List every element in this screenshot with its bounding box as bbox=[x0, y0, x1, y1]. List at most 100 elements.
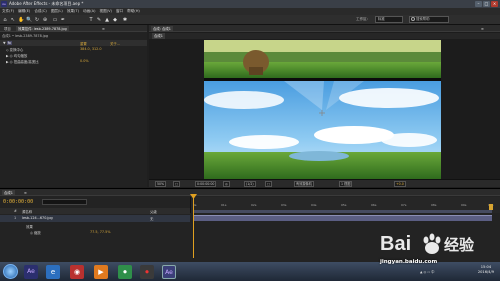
baidu-jingyan-logo: Bai 经验 bbox=[380, 233, 475, 255]
prop-name: ◇ 变换中心 bbox=[6, 48, 24, 52]
menu-effect[interactable]: 效果(T) bbox=[67, 9, 79, 14]
rectangle-tool-icon[interactable]: ▭ bbox=[52, 17, 58, 23]
home-icon[interactable]: ⌂ bbox=[2, 17, 8, 23]
start-button[interactable] bbox=[3, 264, 18, 279]
ruler-tick: 01s bbox=[221, 203, 227, 207]
tab-project[interactable]: 项目 bbox=[2, 26, 13, 32]
menu-edit[interactable]: 编辑(E) bbox=[18, 9, 30, 14]
menu-window[interactable]: 窗口 bbox=[116, 9, 123, 14]
top-strip-sky bbox=[204, 40, 441, 52]
layer-index: 1 bbox=[14, 216, 17, 220]
workspace-select[interactable]: 标准 bbox=[375, 16, 403, 23]
ruler-tick: 04s bbox=[311, 203, 317, 207]
playhead-line[interactable] bbox=[193, 196, 194, 258]
about-link[interactable]: 关于... bbox=[110, 41, 120, 46]
prop-value[interactable]: 384.0, 312.0 bbox=[80, 47, 102, 51]
camera-tool-icon[interactable]: ⊕ bbox=[42, 17, 48, 23]
ruler-tick: 08s bbox=[431, 203, 437, 207]
media-taskbar-icon[interactable]: ◉ bbox=[70, 265, 84, 279]
tab-effect-controls[interactable]: 效果控件: lesb-2389-7878.jpg bbox=[16, 26, 69, 32]
rotate-tool-icon[interactable]: ↻ bbox=[34, 17, 40, 23]
watermark-brand: Bai bbox=[380, 233, 411, 255]
menu-view[interactable]: 视图(V) bbox=[99, 9, 111, 14]
hand-tool-icon[interactable]: ✋ bbox=[18, 17, 24, 23]
search-icon bbox=[411, 17, 415, 21]
workspace-label: 工作区: bbox=[356, 17, 368, 21]
watermark-url: jingyan.baidu.com bbox=[380, 259, 438, 265]
lake bbox=[289, 151, 349, 161]
work-area-end-handle[interactable] bbox=[489, 204, 493, 210]
window-title: Adobe After Effects - 未命名项目.aep * bbox=[9, 1, 84, 6]
prop-name[interactable]: ▶ ◎ 均匀缩放 bbox=[6, 53, 27, 58]
current-time-display[interactable]: 0:00:00:00 bbox=[195, 181, 217, 187]
effects-group[interactable]: 效果 bbox=[26, 224, 33, 229]
pen-tool-icon[interactable]: ✒ bbox=[60, 17, 66, 23]
panel-menu-icon[interactable]: ≡ bbox=[100, 26, 107, 32]
timeline-column-headers: # 源名称 父级 bbox=[0, 208, 190, 214]
minimize-button[interactable]: – bbox=[475, 1, 482, 7]
menu-help[interactable]: 帮助(H) bbox=[127, 9, 140, 14]
panel-menu-icon[interactable]: ≡ bbox=[22, 190, 29, 196]
layer-parent-select[interactable]: 无 bbox=[150, 216, 153, 221]
watermark-brand-cn: 经验 bbox=[444, 236, 475, 254]
composition-viewer[interactable] bbox=[204, 40, 441, 179]
region-toggle[interactable]: □ bbox=[265, 181, 273, 187]
menu-layer[interactable]: 图层(L) bbox=[51, 9, 63, 14]
menu-file[interactable]: 文件(F) bbox=[2, 9, 14, 14]
maximize-button[interactable]: □ bbox=[483, 1, 490, 7]
firefox-taskbar-icon[interactable]: ▶ bbox=[94, 265, 108, 279]
browser-taskbar-icon[interactable]: e bbox=[46, 265, 60, 279]
ruler-tick: 06s bbox=[371, 203, 377, 207]
player-taskbar-icon[interactable]: ⏺ bbox=[118, 265, 132, 279]
stamp-tool-icon[interactable]: ▲ bbox=[104, 17, 110, 23]
views-select[interactable]: 1 视图 bbox=[339, 181, 353, 187]
window-controls: – □ × bbox=[475, 1, 498, 7]
reset-link[interactable]: 重置 bbox=[80, 41, 87, 46]
composition-tabs: 合成: 合成1 ≡ bbox=[149, 25, 500, 32]
scale-property[interactable]: ◎ 缩放 bbox=[30, 230, 41, 235]
resolution-select[interactable]: (1/2) bbox=[244, 181, 256, 187]
timeline-tabs: 合成1 ≡ bbox=[0, 189, 500, 196]
tab-composition[interactable]: 合成: 合成1 bbox=[151, 26, 173, 32]
after-effects-taskbar-icon[interactable]: Ae bbox=[24, 265, 38, 279]
scale-value[interactable]: 77.5, 77.5% bbox=[90, 230, 110, 234]
after-effects-icon: Ae bbox=[1, 1, 7, 7]
prop-name[interactable]: ▶ ◎ 扭曲高度/高宽比 bbox=[6, 59, 39, 64]
zoom-select[interactable]: 50% bbox=[155, 181, 167, 187]
menu-composition[interactable]: 合成(C) bbox=[34, 9, 47, 14]
selection-tool-icon[interactable]: ↖ bbox=[10, 17, 16, 23]
recorder-taskbar-icon[interactable]: ⏺ bbox=[140, 265, 154, 279]
timeline-current-time[interactable]: 0:00:00:00 bbox=[3, 199, 33, 205]
panel-menu-icon[interactable]: ≡ bbox=[479, 26, 486, 32]
layer-row[interactable]: 1 lesb-124...670.jpg 无 bbox=[0, 215, 190, 222]
puppet-tool-icon[interactable]: ✱ bbox=[122, 17, 128, 23]
exposure-value[interactable]: +0.0 bbox=[394, 181, 406, 187]
layer-duration-bar[interactable] bbox=[193, 215, 492, 221]
effect-path: 合成1 • lesb-2389-7878.jpg bbox=[2, 34, 49, 38]
tab-timeline-comp1[interactable]: 合成1 bbox=[2, 190, 15, 196]
prop-value[interactable]: 0.0% bbox=[80, 59, 89, 63]
menu-animation[interactable]: 动画(A) bbox=[83, 9, 95, 14]
timeline-search-input[interactable] bbox=[42, 199, 87, 205]
zoom-tool-icon[interactable]: 🔍 bbox=[26, 17, 32, 23]
col-index: # bbox=[14, 209, 17, 213]
ruler-tick: 07s bbox=[401, 203, 407, 207]
title-bar: Adobe After Effects - 未命名项目.aep * bbox=[0, 0, 500, 8]
snapshot-button[interactable]: ◎ bbox=[223, 181, 230, 187]
layer-name[interactable]: lesb-124...670.jpg bbox=[22, 216, 53, 220]
composition-subtabs: 合成1 bbox=[149, 33, 500, 39]
after-effects-active-taskbar-icon[interactable]: Ae bbox=[162, 265, 176, 279]
eraser-tool-icon[interactable]: ◆ bbox=[112, 17, 118, 23]
help-search-input[interactable]: 搜索帮助 bbox=[409, 16, 449, 23]
close-button[interactable]: × bbox=[491, 1, 498, 7]
system-clock[interactable]: 15:04 2016/4/9 bbox=[478, 265, 494, 275]
system-tray[interactable]: ▲ ◎ ▭ 中 bbox=[420, 269, 434, 274]
viewer-controls: 50% □ 0:00:00:00 ◎ (1/2) □ 有效摄像机 1 视图 +0… bbox=[149, 179, 500, 187]
camera-select[interactable]: 有效摄像机 bbox=[294, 181, 314, 187]
subtab-comp1[interactable]: 合成1 bbox=[152, 33, 165, 39]
brush-tool-icon[interactable]: ✎ bbox=[96, 17, 102, 23]
grid-toggle[interactable]: □ bbox=[173, 181, 181, 187]
work-area-bar[interactable] bbox=[193, 210, 492, 213]
clock-date: 2016/4/9 bbox=[477, 270, 494, 274]
text-tool-icon[interactable]: T bbox=[88, 17, 94, 23]
